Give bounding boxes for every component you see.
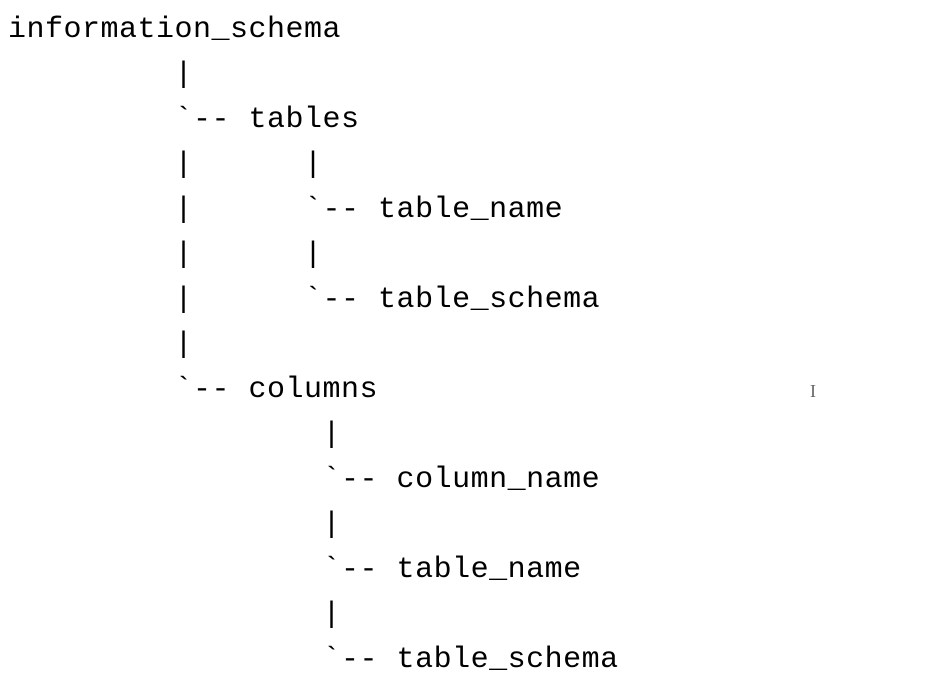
tree-line: | [8, 598, 341, 632]
tree-line: information_schema [8, 13, 341, 47]
tree-line: | [8, 328, 193, 362]
tree-line: `-- columns [8, 373, 378, 407]
tree-diagram: information_schema | `-- tables | | | `-… [0, 0, 926, 691]
tree-line: | `-- table_name [8, 193, 563, 227]
tree-line: | [8, 58, 193, 92]
tree-line: | | [8, 238, 323, 272]
tree-line: | [8, 508, 341, 542]
tree-line: | `-- table_schema [8, 283, 600, 317]
tree-line: | [8, 418, 341, 452]
tree-line: `-- table_name [8, 553, 582, 587]
tree-line: | | [8, 148, 323, 182]
text-cursor-icon: I [810, 378, 816, 405]
tree-line: `-- column_name [8, 463, 600, 497]
tree-line: `-- tables [8, 103, 360, 137]
tree-line: `-- table_schema [8, 643, 619, 677]
